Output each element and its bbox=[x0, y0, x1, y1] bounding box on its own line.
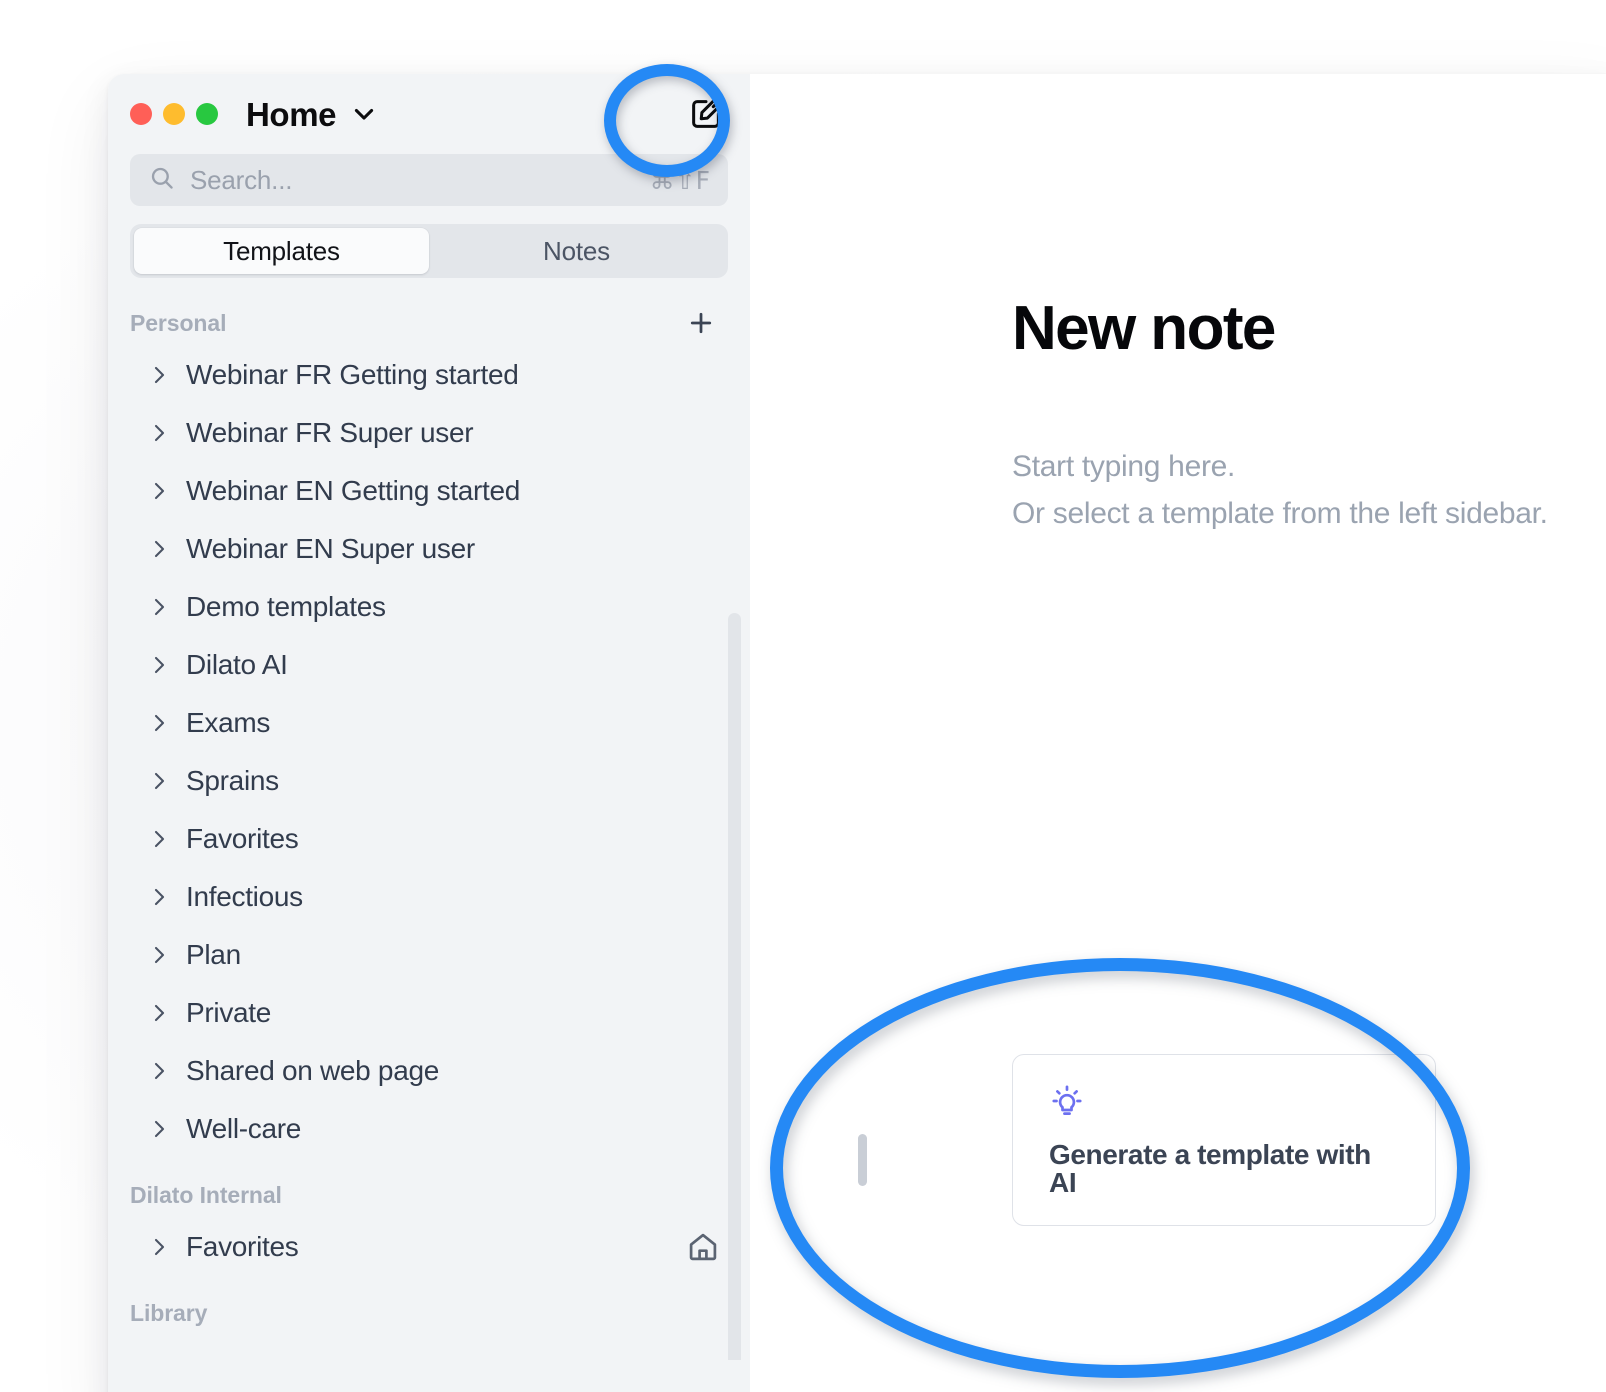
tree-item-label: Sprains bbox=[186, 765, 279, 796]
tree-item[interactable]: Exams bbox=[108, 694, 750, 752]
tree-item-label: Private bbox=[186, 997, 272, 1028]
chevron-right-icon bbox=[152, 422, 168, 444]
compose-icon bbox=[692, 98, 722, 128]
search-icon bbox=[148, 164, 176, 197]
zoom-button[interactable] bbox=[196, 103, 218, 125]
tree-item[interactable]: Demo templates bbox=[108, 578, 750, 636]
chevron-right-icon bbox=[152, 770, 168, 792]
tree-item-label: Webinar FR Getting started bbox=[186, 359, 519, 390]
tree-item-label: Infectious bbox=[186, 881, 303, 912]
ai-card-label: Generate a template with AI bbox=[1049, 1139, 1371, 1198]
group-header-library: Library bbox=[108, 1290, 750, 1336]
note-body[interactable]: Start typing here. Or select a template … bbox=[1012, 444, 1606, 537]
note-placeholder-line2: Or select a template from the left sideb… bbox=[1012, 496, 1548, 530]
workspace-title[interactable]: Home bbox=[246, 98, 336, 131]
search-row: Search... ⌘⇧F bbox=[108, 154, 750, 206]
group-label: Personal bbox=[130, 309, 227, 336]
tree-item-label: Webinar EN Getting started bbox=[186, 475, 521, 506]
tab-notes[interactable]: Notes bbox=[429, 228, 724, 274]
window-titlebar: Home bbox=[108, 74, 750, 154]
tree-item[interactable]: Shared on web page bbox=[108, 1042, 750, 1100]
chevron-right-icon bbox=[152, 1118, 168, 1140]
search-shortcut-hint: ⌘⇧F bbox=[649, 165, 710, 195]
tree-item[interactable]: Sprains bbox=[108, 752, 750, 810]
pane-resize-handle[interactable] bbox=[858, 1134, 867, 1186]
group-header-personal: Personal bbox=[108, 300, 750, 346]
tree-item-label: Webinar EN Super user bbox=[186, 533, 475, 564]
home-icon[interactable] bbox=[686, 1230, 720, 1264]
tree-item[interactable]: Favorites bbox=[108, 810, 750, 868]
tree-item-label: Webinar FR Super user bbox=[186, 417, 474, 448]
sidebar: Home Search... ⌘⇧F Templates Notes Perso… bbox=[108, 74, 751, 1392]
plus-icon[interactable] bbox=[686, 308, 716, 338]
chevron-right-icon bbox=[152, 1236, 168, 1258]
template-tree: Personal Webinar FR Getting started Webi… bbox=[108, 300, 750, 1360]
compose-note-button[interactable] bbox=[684, 92, 728, 136]
tree-item[interactable]: Webinar EN Getting started bbox=[108, 462, 750, 520]
note-editor: New note Start typing here. Or select a … bbox=[750, 74, 1606, 1392]
page-title[interactable]: New note bbox=[1012, 298, 1276, 360]
sidebar-scrollbar[interactable] bbox=[728, 613, 741, 1360]
tree-item[interactable]: Infectious bbox=[108, 868, 750, 926]
tree-item[interactable]: Webinar FR Super user bbox=[108, 404, 750, 462]
tree-item-label: Exams bbox=[186, 707, 271, 738]
generate-template-with-ai-card[interactable]: Generate a template with AI bbox=[1012, 1054, 1436, 1226]
tree-item[interactable]: Well-care bbox=[108, 1100, 750, 1158]
tree-item-label: Dilato AI bbox=[186, 649, 288, 680]
chevron-right-icon bbox=[152, 654, 168, 676]
search-input[interactable]: Search... ⌘⇧F bbox=[130, 154, 728, 206]
sidebar-tabs: Templates Notes bbox=[130, 224, 728, 278]
traffic-lights bbox=[130, 103, 218, 125]
chevron-right-icon bbox=[152, 712, 168, 734]
tree-item[interactable]: Favorites bbox=[108, 1218, 750, 1276]
tree-item-label: Plan bbox=[186, 939, 241, 970]
tree-item[interactable]: Dilato AI bbox=[108, 636, 750, 694]
tree-item-label: Well-care bbox=[186, 1113, 302, 1144]
screenshot-root: Home Search... ⌘⇧F Templates Notes Perso… bbox=[0, 0, 1606, 1392]
close-button[interactable] bbox=[130, 103, 152, 125]
chevron-right-icon bbox=[152, 538, 168, 560]
chevron-right-icon bbox=[152, 480, 168, 502]
minimize-button[interactable] bbox=[163, 103, 185, 125]
tree-item-label: Shared on web page bbox=[186, 1055, 440, 1086]
tab-templates[interactable]: Templates bbox=[134, 228, 429, 274]
chevron-right-icon bbox=[152, 828, 168, 850]
tree-item-label: Favorites bbox=[186, 823, 299, 854]
tree-item[interactable]: Webinar FR Getting started bbox=[108, 346, 750, 404]
chevron-right-icon bbox=[152, 944, 168, 966]
group-label: Dilato Internal bbox=[130, 1181, 282, 1208]
tree-item[interactable]: Plan bbox=[108, 926, 750, 984]
chevron-right-icon bbox=[152, 1060, 168, 1082]
app-window: Home Search... ⌘⇧F Templates Notes Perso… bbox=[108, 74, 1606, 1392]
chevron-right-icon bbox=[152, 886, 168, 908]
note-placeholder-line1: Start typing here. bbox=[1012, 450, 1236, 483]
tree-item[interactable]: Private bbox=[108, 984, 750, 1042]
tree-item[interactable]: Webinar EN Super user bbox=[108, 520, 750, 578]
group-label: Library bbox=[130, 1299, 208, 1326]
lightbulb-icon bbox=[1049, 1083, 1085, 1119]
chevron-right-icon bbox=[152, 364, 168, 386]
chevron-right-icon bbox=[152, 596, 168, 618]
search-placeholder: Search... bbox=[190, 164, 293, 195]
group-header-dilato-internal: Dilato Internal bbox=[108, 1172, 750, 1218]
tree-item-label: Demo templates bbox=[186, 591, 386, 622]
tree-item-label: Favorites bbox=[186, 1231, 299, 1262]
chevron-right-icon bbox=[152, 1002, 168, 1024]
chevron-down-icon[interactable] bbox=[350, 100, 378, 128]
